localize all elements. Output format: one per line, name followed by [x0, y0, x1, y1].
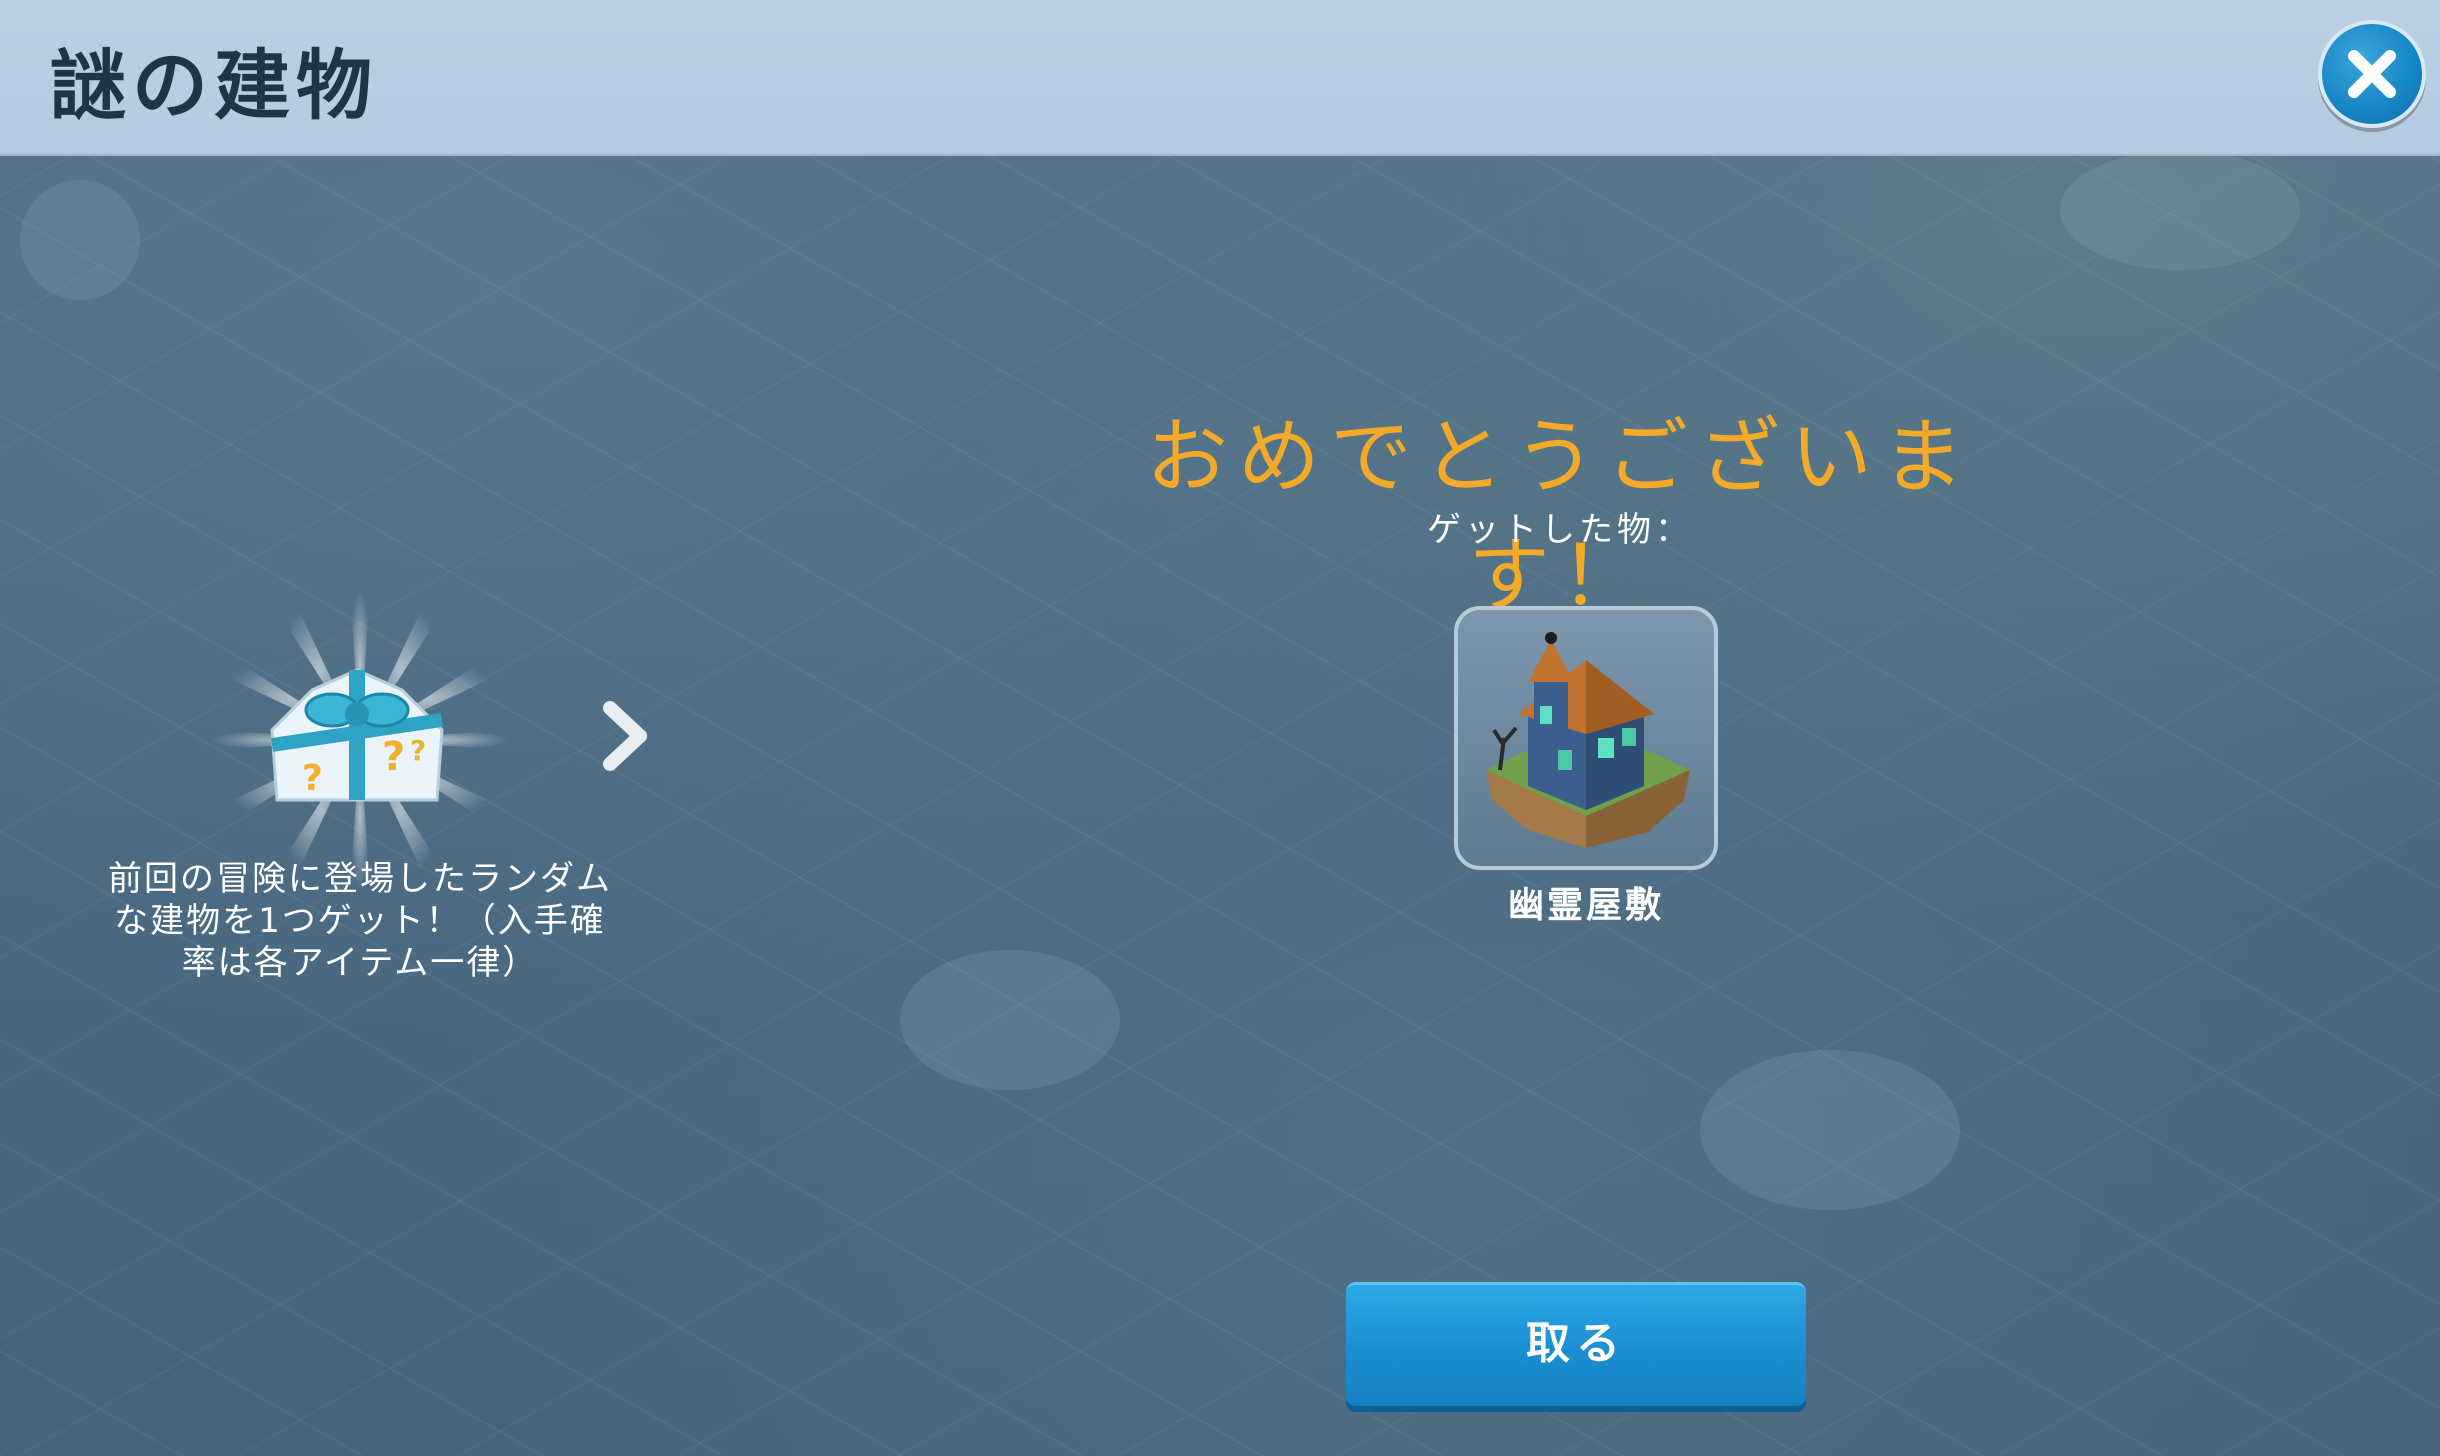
take-button[interactable]: 取る: [1346, 1282, 1806, 1406]
background-decor: [20, 180, 140, 300]
obtained-label: ゲットした物：: [1427, 510, 1693, 550]
dialog-header: 謎の建物: [0, 0, 2440, 156]
reward-item-card: [1454, 606, 1718, 870]
haunted-house-icon: [1486, 632, 1690, 848]
reward-description: 前回の冒険に登場したランダムな建物を1つゲット！（入手確率は各アイテム一律）: [108, 859, 612, 983]
chevron-right-icon[interactable]: [600, 700, 650, 772]
gift-box-icon: ? ? ?: [270, 668, 444, 802]
close-icon: [2348, 50, 2396, 98]
background-decor: [2060, 150, 2300, 270]
game-dialog-screen: 謎の建物 ? ? ? 前回の冒険に登場したランダムな建物を1つゲット！（入手確率…: [0, 0, 2440, 1456]
dialog-title: 謎の建物: [50, 41, 378, 130]
svg-text:?: ?: [382, 734, 405, 780]
close-button[interactable]: [2318, 20, 2426, 128]
background-decor: [900, 950, 1120, 1090]
reward-item-name: 幽霊屋敷: [1507, 885, 1664, 926]
background-decor: [1700, 1050, 1960, 1210]
svg-text:?: ?: [410, 734, 426, 767]
svg-text:?: ?: [302, 758, 323, 799]
